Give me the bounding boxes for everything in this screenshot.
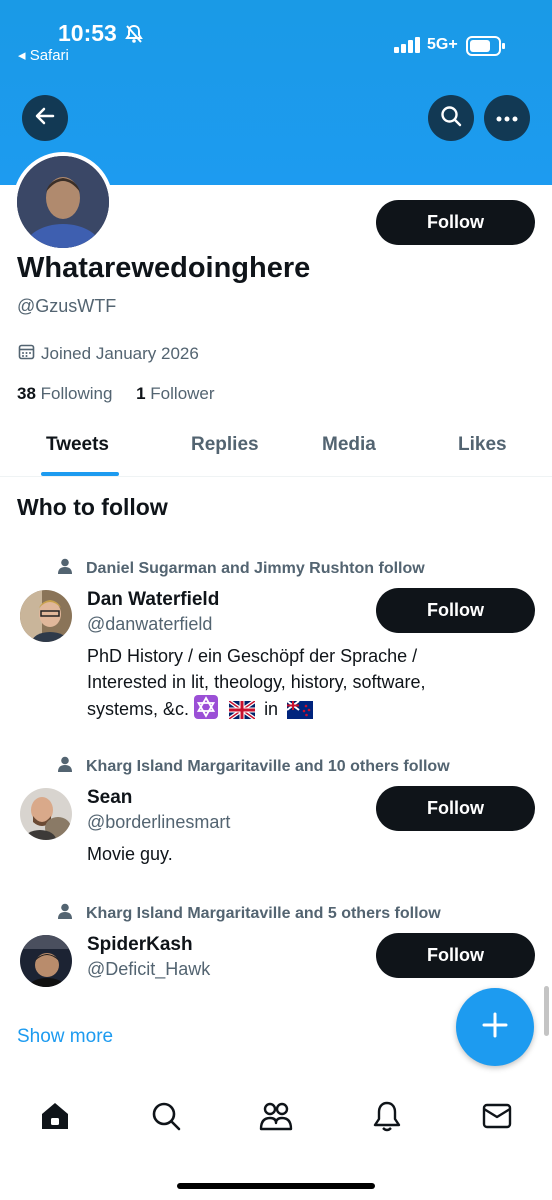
more-horizontal-icon: [496, 109, 518, 127]
tab-replies[interactable]: Replies: [191, 434, 259, 456]
user-handle: @Deficit_Hawk: [87, 959, 211, 979]
user-handle: @borderlinesmart: [87, 812, 231, 832]
person-icon: [58, 903, 72, 924]
bottom-navigation: [0, 1080, 552, 1154]
user-handle: @danwaterfield: [87, 614, 213, 634]
back-to-safari[interactable]: ◂ Safari: [18, 46, 69, 64]
social-context-text: Daniel Sugarman and Jimmy Rushton follow: [86, 559, 425, 577]
user-bio: Movie guy.: [87, 841, 507, 867]
user-name[interactable]: Dan Waterfield: [87, 589, 219, 611]
home-icon: [39, 1100, 71, 1137]
plus-icon: [482, 1012, 508, 1043]
show-more-link[interactable]: Show more: [17, 1026, 113, 1048]
compose-button[interactable]: [456, 988, 534, 1066]
following-label: Following: [40, 384, 113, 403]
follow-counts: 38 Following 1 Follower: [17, 384, 215, 404]
social-context: Daniel Sugarman and Jimmy Rushton follow: [58, 558, 425, 579]
battery-icon: [466, 36, 506, 61]
person-icon: [58, 558, 72, 579]
person-icon: [58, 756, 72, 777]
status-time: 10:53: [58, 20, 117, 46]
bio-line: systems, &c.: [87, 699, 190, 719]
social-context-text: Kharg Island Margaritaville and 5 others…: [86, 904, 441, 922]
nav-search[interactable]: [148, 1100, 184, 1136]
bio-line: Interested in lit, theology, history, so…: [87, 672, 426, 692]
follow-button[interactable]: Follow: [376, 786, 535, 831]
signal-icon: [394, 37, 422, 58]
arrow-left-icon: [34, 105, 56, 132]
bio-in-text: in: [264, 699, 279, 719]
follow-button[interactable]: Follow: [376, 588, 535, 633]
profile-tabs: Tweets Replies Media Likes: [0, 420, 552, 477]
profile-follow-button[interactable]: Follow: [376, 200, 535, 245]
nav-notifications[interactable]: [369, 1100, 405, 1136]
uk-flag-icon: [227, 699, 257, 726]
back-button[interactable]: [22, 95, 68, 141]
user-bio: PhD History / ein Geschöpf der Sprache /…: [87, 643, 507, 726]
bell-icon: [372, 1100, 402, 1137]
new-zealand-flag-icon: [286, 700, 314, 726]
nav-communities[interactable]: [258, 1100, 294, 1136]
network-type: 5G+: [427, 36, 458, 53]
user-avatar[interactable]: [20, 935, 72, 987]
joined-date: Joined January 2026: [18, 343, 199, 365]
social-context: Kharg Island Margaritaville and 5 others…: [58, 903, 441, 924]
calendar-icon: [18, 343, 35, 365]
who-to-follow-title: Who to follow: [17, 494, 168, 520]
bell-slash-icon: [124, 24, 144, 49]
social-context: Kharg Island Margaritaville and 10 other…: [58, 756, 450, 777]
search-icon: [440, 105, 462, 132]
bio-line: Movie guy.: [87, 844, 173, 864]
tab-media[interactable]: Media: [322, 434, 376, 456]
star-of-david-icon: [194, 695, 219, 726]
envelope-icon: [481, 1102, 513, 1135]
follow-button[interactable]: Follow: [376, 933, 535, 978]
communities-icon: [259, 1101, 293, 1136]
followers-label: Follower: [150, 384, 215, 403]
tab-tweets[interactable]: Tweets: [46, 434, 109, 456]
more-button[interactable]: [484, 95, 530, 141]
followers-link[interactable]: 1 Follower: [136, 384, 214, 403]
following-link[interactable]: 38 Following: [17, 384, 112, 403]
social-context-text: Kharg Island Margaritaville and 10 other…: [86, 757, 450, 775]
profile-name: Whatarewedoinghere: [17, 252, 311, 284]
user-name[interactable]: SpiderKash: [87, 934, 193, 956]
following-count: 38: [17, 384, 36, 403]
user-avatar[interactable]: [20, 590, 72, 642]
user-avatar[interactable]: [20, 788, 72, 840]
bio-line-with-flags: systems, &c. in: [87, 695, 507, 726]
active-tab-indicator: [41, 472, 119, 476]
home-indicator: [177, 1183, 375, 1189]
profile-avatar[interactable]: [13, 152, 113, 252]
followers-count: 1: [136, 384, 146, 403]
tab-likes[interactable]: Likes: [458, 434, 507, 456]
status-bar: 10:53 ◂ Safari 5G+: [0, 0, 552, 80]
user-name[interactable]: Sean: [87, 787, 132, 809]
search-button[interactable]: [428, 95, 474, 141]
profile-handle: @GzusWTF: [17, 296, 117, 316]
joined-text: Joined January 2026: [41, 344, 199, 363]
search-icon: [151, 1101, 181, 1136]
nav-messages[interactable]: [479, 1100, 515, 1136]
nav-home[interactable]: [37, 1100, 73, 1136]
scrollbar[interactable]: [544, 986, 549, 1036]
bio-line: PhD History / ein Geschöpf der Sprache /: [87, 646, 418, 666]
